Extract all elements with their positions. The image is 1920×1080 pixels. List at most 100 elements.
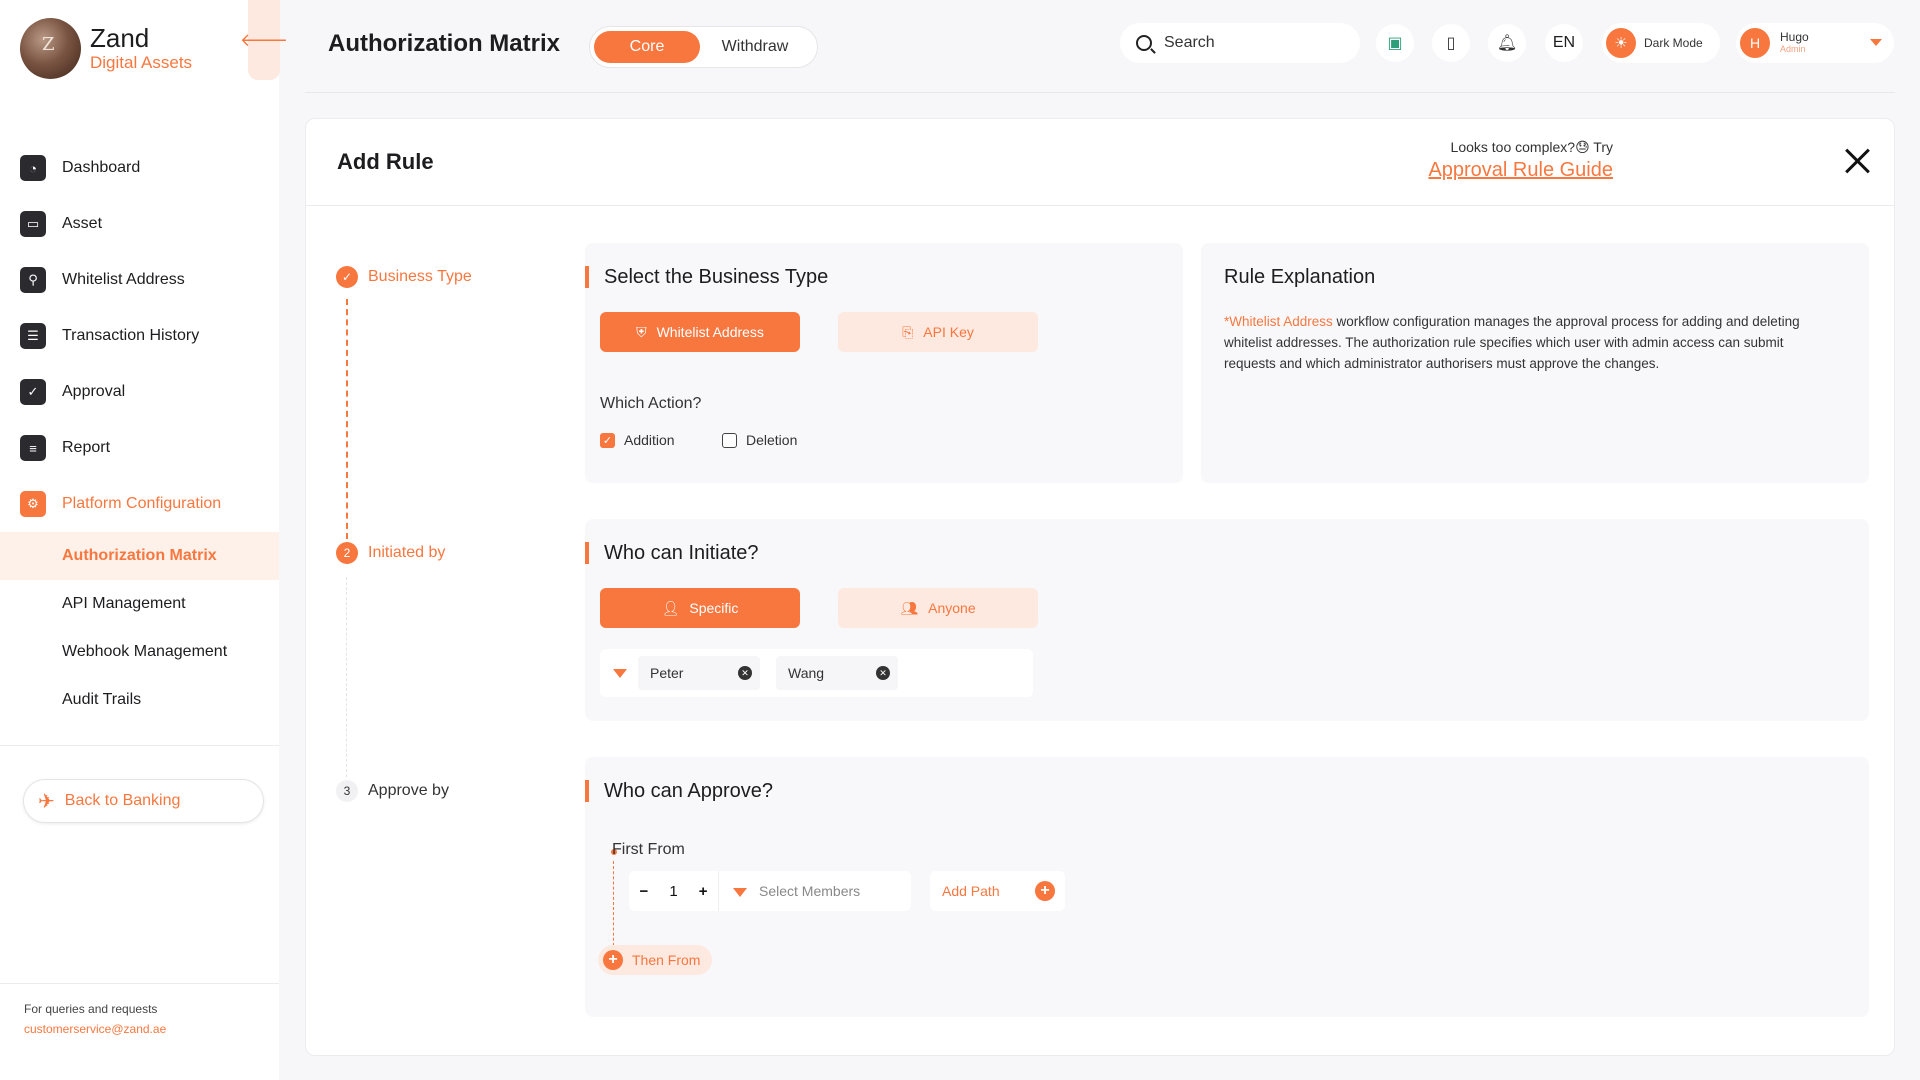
sidebar-divider (0, 745, 279, 746)
plus-button[interactable]: + (699, 883, 708, 900)
sidebar-subitem-webhook-management[interactable]: Webhook Management (0, 628, 279, 676)
sidebar-item-dashboard[interactable]: ◔ Dashboard (0, 140, 279, 196)
footer-queries-text: For queries and requests (24, 1002, 158, 1016)
dropdown-caret-icon (613, 669, 627, 678)
sidebar-item-report[interactable]: ≡ Report (0, 420, 279, 476)
brand-subtitle: Digital Assets (90, 52, 193, 72)
step-initiated-by[interactable]: 2 Initiated by (336, 542, 445, 564)
check-icon: ✓ (20, 379, 46, 405)
step-number: 3 (336, 780, 358, 802)
back-to-banking-button[interactable]: ✈ Back to Banking (23, 779, 264, 823)
close-icon[interactable] (1841, 145, 1873, 177)
sidebar-item-asset[interactable]: ▭ Asset (0, 196, 279, 252)
user-role: Admin (1780, 44, 1806, 54)
user-name: Hugo (1780, 30, 1809, 44)
language-button[interactable]: EN (1545, 24, 1583, 62)
chevron-down-icon (1870, 39, 1882, 46)
sidebar-item-approval[interactable]: ✓ Approval (0, 364, 279, 420)
wallet-app-button[interactable]: ▣ (1376, 24, 1414, 62)
sidebar-item-transaction-history[interactable]: ☰ Transaction History (0, 308, 279, 364)
dark-mode-toggle[interactable]: ☀ Dark Mode (1602, 23, 1720, 63)
deletion-checkbox[interactable]: Deletion (722, 432, 797, 448)
minus-button[interactable]: − (640, 883, 649, 900)
notifications-button[interactable]: 🔔︎ (1488, 24, 1526, 62)
add-path-button[interactable]: Add Path + (930, 871, 1065, 911)
key-document-icon: ⎘ (902, 323, 914, 340)
step-business-type[interactable]: ✓ Business Type (336, 266, 472, 288)
addition-checkbox[interactable]: ✓ Addition (600, 432, 675, 448)
remove-tag-icon[interactable]: ✕ (738, 666, 752, 680)
sidebar-item-label: Whitelist Address (62, 271, 185, 288)
plus-circle-icon: + (1035, 881, 1055, 901)
member-tag: Wang ✕ (776, 656, 898, 690)
approve-heading: Who can Approve? (585, 780, 773, 802)
add-rule-panel: Add Rule Looks too complex?😓 Try Approva… (305, 118, 1895, 1056)
step-connector (346, 577, 347, 777)
select-members-dropdown[interactable]: Select Members (719, 883, 860, 899)
arrow-left-icon: 🡐 (239, 29, 289, 50)
step-approve-by[interactable]: 3 Approve by (336, 780, 449, 802)
sidebar-footer-divider (0, 983, 279, 984)
page-title: Authorization Matrix (328, 30, 560, 57)
approve-card: Who can Approve? First From − 1 + Select… (585, 757, 1869, 1017)
guide-hint: Looks too complex?😓 Try (1450, 139, 1613, 155)
sidebar-item-label: Asset (62, 215, 103, 232)
member-name: Peter (650, 665, 684, 681)
dashboard-icon: ◔ (20, 155, 46, 181)
users-icon: 👥︎ (900, 599, 919, 616)
plus-circle-icon: + (603, 950, 623, 970)
sidebar-subitem-audit-trails[interactable]: Audit Trails (0, 676, 279, 724)
approver-count: 1 (669, 882, 678, 900)
search-input[interactable] (1164, 34, 1334, 52)
step-label: Business Type (368, 268, 472, 285)
header-divider (305, 92, 1895, 93)
brand[interactable]: Z Zand Digital Assets (20, 18, 192, 79)
remove-tag-icon[interactable]: ✕ (876, 666, 890, 680)
then-from-label: Then From (632, 952, 701, 968)
sidebar: Z Zand Digital Assets 🡐 ◔ Dashboard ▭ As… (0, 0, 288, 1080)
quantity-stepper: − 1 + (629, 871, 719, 911)
api-key-option[interactable]: ⎘ API Key (838, 312, 1038, 352)
tab-core[interactable]: Core (594, 31, 700, 63)
sidebar-subitem-api-management[interactable]: API Management (0, 580, 279, 628)
location-pin-icon: ⚲ (20, 267, 46, 293)
brand-name: Zand (90, 22, 150, 53)
sidebar-item-platform-configuration[interactable]: ⚙ Platform Configuration (0, 476, 279, 532)
settings-icon: ⚙ (20, 491, 46, 517)
then-from-button[interactable]: + Then From (598, 945, 713, 975)
user-menu[interactable]: H Hugo Admin (1736, 23, 1894, 63)
checkbox-label: Addition (624, 432, 675, 448)
bell-icon: 🔔︎ (1496, 35, 1518, 52)
select-members-placeholder: Select Members (759, 883, 861, 899)
member-tag: Peter ✕ (638, 656, 760, 690)
specific-option[interactable]: 👤︎ Specific (600, 588, 800, 628)
business-type-heading: Select the Business Type (585, 266, 828, 288)
anyone-option[interactable]: 👥︎ Anyone (838, 588, 1038, 628)
which-action-label: Which Action? (600, 395, 702, 412)
footer-email-link[interactable]: customerservice@zand.ae (24, 1022, 166, 1036)
document-button[interactable]: ▯ (1432, 24, 1470, 62)
add-path-label: Add Path (942, 883, 1000, 899)
collapse-sidebar-button[interactable]: 🡐 (240, 0, 288, 80)
first-from-label: First From (612, 841, 685, 858)
checkbox-label: Deletion (746, 432, 798, 448)
path-connector (613, 861, 614, 951)
step-check-icon: ✓ (336, 266, 358, 288)
approval-rule-guide-link[interactable]: Approval Rule Guide (1313, 159, 1613, 182)
option-label: Specific (689, 600, 739, 616)
panel-divider (306, 205, 1894, 206)
sidebar-subitem-authorization-matrix[interactable]: Authorization Matrix (0, 532, 279, 580)
initiator-members-select[interactable]: Peter ✕ Wang ✕ (600, 649, 1033, 697)
sidebar-item-whitelist-address[interactable]: ⚲ Whitelist Address (0, 252, 279, 308)
whitelist-address-option[interactable]: ⛨ Whitelist Address (600, 312, 800, 352)
option-label: Whitelist Address (656, 324, 764, 340)
step-label: Initiated by (368, 544, 446, 561)
dark-mode-label: Dark Mode (1644, 36, 1703, 50)
rule-explanation-highlight: *Whitelist Address (1224, 314, 1333, 329)
wallet-icon: ▭ (20, 211, 46, 237)
rule-explanation-card: Rule Explanation *Whitelist Address work… (1201, 243, 1869, 483)
sun-icon: ☀ (1606, 28, 1636, 58)
tab-withdraw[interactable]: Withdraw (700, 31, 810, 63)
step-number: 2 (336, 542, 358, 564)
rule-explanation-heading: Rule Explanation (1224, 266, 1376, 288)
